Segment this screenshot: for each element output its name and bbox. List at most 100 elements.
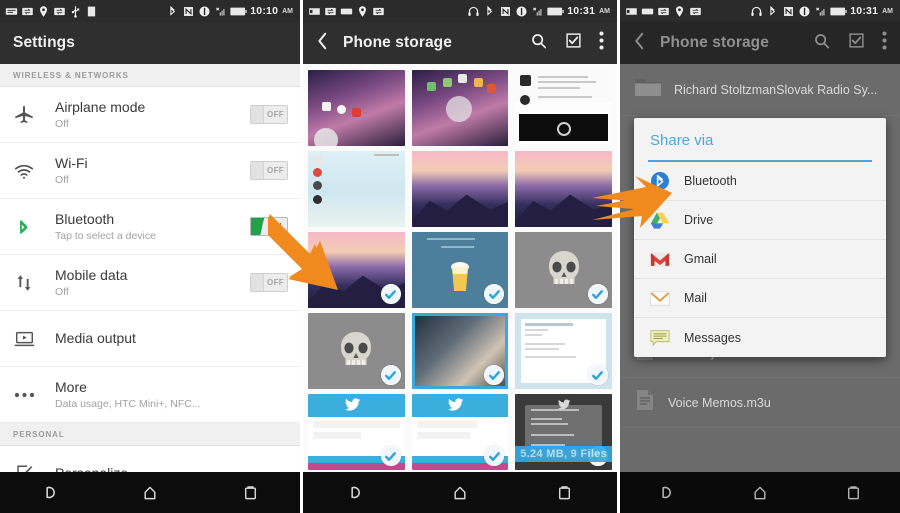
grid-item[interactable] bbox=[308, 151, 405, 227]
file-name: Richard StoltzmanSlovak Radio Sy... bbox=[674, 82, 878, 97]
input-field bbox=[313, 420, 400, 428]
grid-item[interactable] bbox=[411, 151, 509, 227]
recents-nav-icon[interactable] bbox=[235, 482, 265, 504]
settings-row-text: More Data usage, HTC Mini+, NFC... bbox=[49, 379, 288, 410]
back-nav-icon[interactable] bbox=[340, 482, 370, 504]
location-pin-icon bbox=[40, 5, 47, 17]
file-grid-container[interactable]: 5.24 MB, 9 Files bbox=[303, 64, 617, 513]
grid-item-selected[interactable] bbox=[411, 313, 509, 389]
airplane-mode-toggle[interactable]: OFF bbox=[250, 105, 288, 124]
grid-item-selected[interactable] bbox=[411, 232, 509, 308]
nfc-icon bbox=[184, 6, 194, 16]
text-line bbox=[525, 356, 576, 358]
settings-row-media-output[interactable]: Media output bbox=[0, 311, 300, 367]
bluetooth-toggle[interactable]: ON bbox=[250, 217, 288, 236]
share-label: Mail bbox=[684, 291, 707, 305]
text-line bbox=[531, 434, 575, 437]
bluetooth-icon bbox=[650, 171, 670, 191]
home-nav-icon[interactable] bbox=[445, 482, 475, 504]
sd-card-icon bbox=[626, 7, 637, 15]
grid-item-selected[interactable]: 5.24 MB, 9 Files bbox=[515, 394, 612, 470]
grid-item-selected[interactable] bbox=[308, 313, 405, 389]
home-nav-icon[interactable] bbox=[135, 482, 165, 504]
keyboard-icon bbox=[641, 8, 654, 14]
grid-item[interactable] bbox=[515, 151, 612, 227]
text-line bbox=[531, 417, 563, 420]
recents-nav-icon[interactable] bbox=[550, 482, 580, 504]
grid-item-selected[interactable] bbox=[308, 232, 405, 308]
grid-item[interactable] bbox=[515, 70, 612, 146]
grid-item[interactable] bbox=[411, 70, 509, 146]
mute-icon bbox=[516, 5, 527, 17]
input-field bbox=[313, 431, 361, 439]
home-nav-icon[interactable] bbox=[745, 482, 775, 504]
battery-icon bbox=[230, 7, 247, 15]
sd-card-icon bbox=[87, 6, 96, 16]
text-line bbox=[525, 323, 573, 326]
search-icon[interactable] bbox=[530, 32, 548, 55]
text-line bbox=[525, 329, 549, 331]
share-item-drive[interactable]: Drive bbox=[634, 201, 886, 240]
back-nav-icon[interactable] bbox=[35, 482, 65, 504]
check-icon bbox=[380, 446, 401, 466]
share-item-bluetooth[interactable]: Bluetooth bbox=[634, 162, 886, 201]
twitter-bird-icon bbox=[448, 398, 464, 411]
nfc-icon bbox=[501, 6, 511, 16]
share-via-screen: 10:31 AM Phone storage Richard Stoltzman… bbox=[620, 0, 900, 513]
back-nav-icon[interactable] bbox=[652, 482, 682, 504]
share-via-dialog: Share via Bluetooth Drive Gmail Mail Mes… bbox=[634, 118, 886, 357]
grid-item-selected[interactable] bbox=[515, 313, 612, 389]
settings-row-bluetooth[interactable]: Bluetooth Tap to select a device ON bbox=[0, 199, 300, 255]
text-line bbox=[531, 423, 569, 426]
toggle-label: OFF bbox=[267, 110, 284, 119]
recents-nav-icon[interactable] bbox=[838, 482, 868, 504]
overflow-menu-icon[interactable] bbox=[599, 31, 604, 55]
settings-row-more[interactable]: More Data usage, HTC Mini+, NFC... bbox=[0, 367, 300, 423]
avatar bbox=[520, 95, 531, 106]
play-icon bbox=[556, 122, 571, 137]
navigation-bar bbox=[620, 472, 900, 513]
selection-size-badge: 5.24 MB, 9 Files bbox=[515, 446, 612, 462]
file-row[interactable]: Richard StoltzmanSlovak Radio Sy... bbox=[620, 64, 900, 116]
back-icon[interactable] bbox=[633, 31, 646, 56]
section-header-personal: PERSONAL bbox=[0, 423, 300, 446]
wifi-toggle[interactable]: OFF bbox=[250, 161, 288, 180]
share-item-mail[interactable]: Mail bbox=[634, 279, 886, 318]
mobile-data-toggle[interactable]: OFF bbox=[250, 273, 288, 292]
settings-row-mobile-data[interactable]: Mobile data Off OFF bbox=[0, 255, 300, 311]
back-icon[interactable] bbox=[316, 31, 329, 56]
bluetooth-icon bbox=[13, 216, 49, 238]
share-item-gmail[interactable]: Gmail bbox=[634, 240, 886, 279]
grid-item-selected[interactable] bbox=[411, 394, 509, 470]
search-icon[interactable] bbox=[813, 32, 831, 55]
app-icon bbox=[487, 83, 497, 93]
row-subtitle: Off bbox=[55, 286, 69, 299]
text-line bbox=[373, 154, 399, 157]
signal-x-icon bbox=[533, 6, 542, 16]
select-all-icon[interactable] bbox=[565, 32, 582, 54]
app-icon bbox=[427, 82, 437, 92]
input-field bbox=[416, 431, 471, 439]
check-icon bbox=[380, 284, 401, 304]
messages-icon bbox=[650, 328, 670, 348]
share-item-messages[interactable]: Messages bbox=[634, 318, 886, 357]
toggle-knob bbox=[251, 218, 264, 235]
settings-row-wifi[interactable]: Wi-Fi Off OFF bbox=[0, 143, 300, 199]
settings-row-airplane-mode[interactable]: Airplane mode Off OFF bbox=[0, 87, 300, 143]
twitter-header bbox=[308, 394, 405, 417]
file-row[interactable]: Voice Memos.m3u bbox=[620, 378, 900, 428]
grid-item[interactable] bbox=[308, 70, 405, 146]
grid-item-selected[interactable] bbox=[308, 394, 405, 470]
mobile-data-icon bbox=[13, 272, 49, 294]
location-pin-icon bbox=[676, 5, 683, 17]
overflow-menu-icon[interactable] bbox=[882, 31, 887, 55]
status-time: 10:10 bbox=[250, 5, 279, 17]
settings-row-text: Wi-Fi Off bbox=[49, 155, 250, 186]
select-all-icon[interactable] bbox=[848, 32, 865, 54]
sync-icon bbox=[325, 7, 336, 15]
text-line bbox=[537, 76, 588, 79]
row-title: Media output bbox=[55, 330, 136, 347]
skull-icon bbox=[341, 332, 372, 365]
grid-item-selected[interactable] bbox=[515, 232, 612, 308]
file-name: Voice Memos.m3u bbox=[668, 395, 771, 410]
